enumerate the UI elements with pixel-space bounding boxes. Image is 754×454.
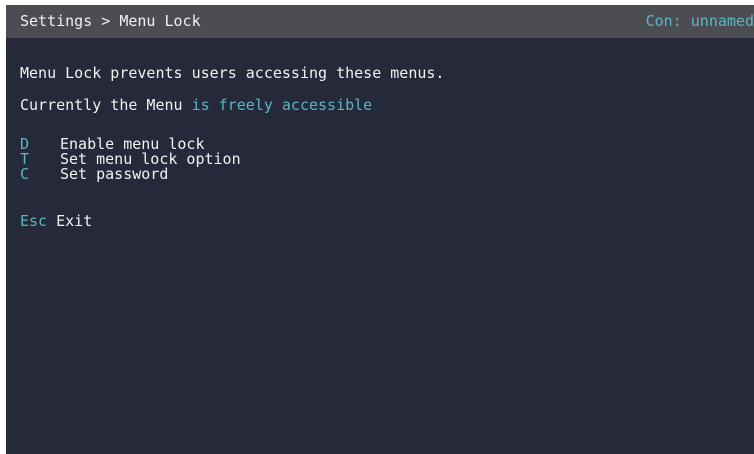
menu-item-label: Set password [60, 165, 169, 183]
menu-status-line: Currently the Menu is freely accessible [20, 96, 372, 114]
exit-label: Exit [56, 212, 93, 230]
terminal-screen: Settings > Menu Lock Con: unnamed Menu L… [6, 5, 754, 454]
connection-status: Con: unnamed [645, 12, 754, 30]
breadcrumb: Settings > Menu Lock [20, 12, 201, 30]
status-value: is freely accessible [191, 96, 373, 114]
hotkey-esc: Esc [20, 212, 48, 230]
exit-option[interactable]: Esc Exit [20, 212, 92, 230]
description-text: Menu Lock prevents users accessing these… [20, 64, 445, 82]
menu-options: D Enable menu lock T Set menu lock optio… [20, 137, 241, 182]
hotkey-c: C [20, 165, 30, 183]
header-bar: Settings > Menu Lock Con: unnamed [6, 5, 754, 38]
menu-item-set-password[interactable]: C Set password [20, 167, 241, 182]
status-prefix: Currently the Menu [20, 96, 192, 114]
